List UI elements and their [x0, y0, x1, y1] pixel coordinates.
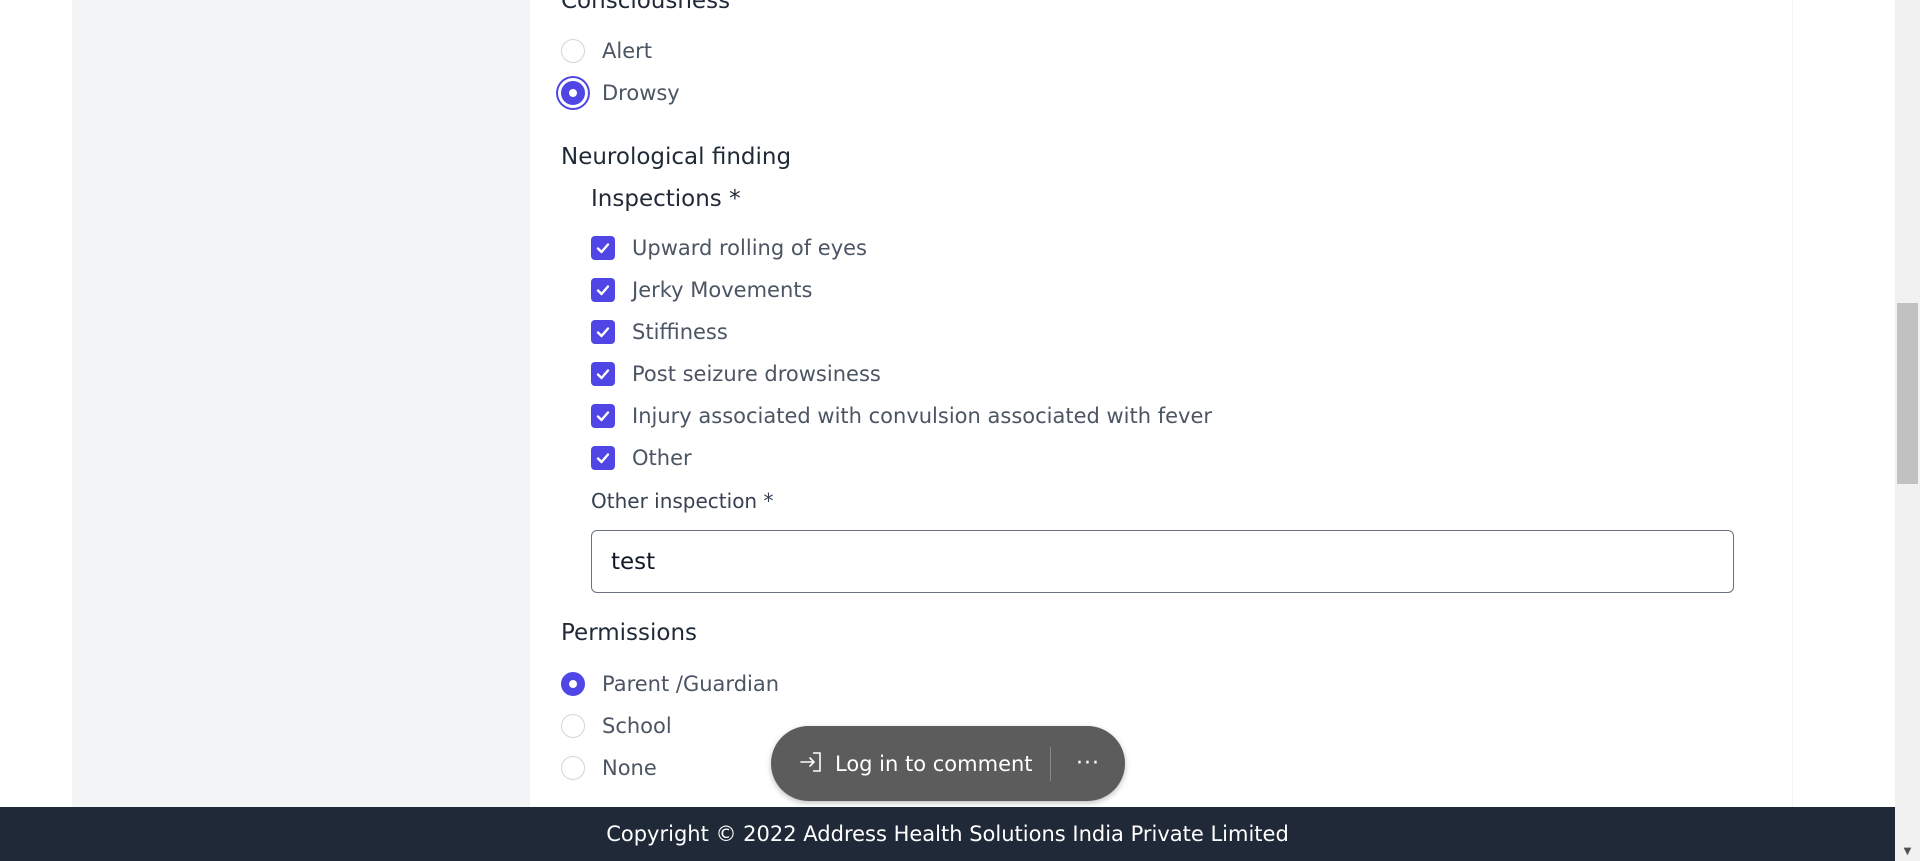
- checkbox-label: Post seizure drowsiness: [632, 362, 881, 386]
- checkbox-injury-convulsion-fever[interactable]: [591, 404, 615, 428]
- permission-option-none[interactable]: None: [561, 756, 657, 780]
- inspection-upward-rolling[interactable]: Upward rolling of eyes: [591, 236, 867, 260]
- other-inspection-input[interactable]: [591, 530, 1734, 593]
- log-in-to-comment-button[interactable]: Log in to comment: [771, 726, 1050, 801]
- inspection-stiffiness[interactable]: Stiffiness: [591, 320, 728, 344]
- sign-in-icon: [798, 750, 824, 778]
- checkbox-label: Stiffiness: [632, 320, 728, 344]
- permission-option-parent-guardian[interactable]: Parent /Guardian: [561, 672, 779, 696]
- permissions-heading: Permissions: [561, 620, 698, 646]
- radio-alert[interactable]: [561, 39, 585, 63]
- inspection-other[interactable]: Other: [591, 446, 692, 470]
- inspection-post-seizure-drowsiness[interactable]: Post seizure drowsiness: [591, 362, 881, 386]
- checkbox-label: Upward rolling of eyes: [632, 236, 867, 260]
- inspections-heading: Inspections *: [591, 186, 741, 212]
- permission-option-school[interactable]: School: [561, 714, 672, 738]
- inspection-injury-convulsion-fever[interactable]: Injury associated with convulsion associ…: [591, 404, 1212, 428]
- copyright-text: Copyright © 2022 Address Health Solution…: [606, 822, 1289, 846]
- check-icon: [596, 369, 610, 380]
- checkbox-other[interactable]: [591, 446, 615, 470]
- footer: Copyright © 2022 Address Health Solution…: [0, 807, 1895, 861]
- other-inspection-label: Other inspection *: [591, 489, 774, 513]
- neurological-finding-heading: Neurological finding: [561, 144, 792, 170]
- option-label: Parent /Guardian: [602, 672, 780, 696]
- check-icon: [596, 453, 610, 464]
- checkbox-label: Other: [632, 446, 692, 470]
- checkbox-label: Jerky Movements: [632, 278, 813, 302]
- option-label: None: [602, 756, 657, 780]
- checkbox-upward-rolling[interactable]: [591, 236, 615, 260]
- check-icon: [596, 327, 610, 338]
- inspection-jerky-movements[interactable]: Jerky Movements: [591, 278, 812, 302]
- option-label: Alert: [602, 39, 652, 63]
- scrollbar-thumb[interactable]: [1897, 303, 1918, 484]
- consciousness-option-alert[interactable]: Alert: [561, 39, 652, 63]
- check-icon: [596, 243, 610, 254]
- checkbox-post-seizure-drowsiness[interactable]: [591, 362, 615, 386]
- option-label: School: [602, 714, 672, 738]
- comment-pill: Log in to comment ···: [771, 726, 1125, 801]
- checkbox-label: Injury associated with convulsion associ…: [632, 404, 1213, 428]
- radio-school[interactable]: [561, 714, 585, 738]
- more-options-button[interactable]: ···: [1051, 726, 1125, 801]
- radio-parent-guardian[interactable]: [561, 672, 585, 696]
- scroll-down-arrow-icon[interactable]: ▼: [1897, 843, 1918, 859]
- log-in-to-comment-label: Log in to comment: [835, 751, 1033, 776]
- radio-drowsy[interactable]: [561, 81, 585, 105]
- checkbox-jerky-movements[interactable]: [591, 278, 615, 302]
- consciousness-heading: Consciousness: [561, 0, 731, 14]
- radio-none[interactable]: [561, 756, 585, 780]
- check-icon: [596, 411, 610, 422]
- consciousness-option-drowsy[interactable]: Drowsy: [561, 81, 680, 105]
- option-label: Drowsy: [602, 81, 680, 105]
- checkbox-stiffiness[interactable]: [591, 320, 615, 344]
- check-icon: [596, 285, 610, 296]
